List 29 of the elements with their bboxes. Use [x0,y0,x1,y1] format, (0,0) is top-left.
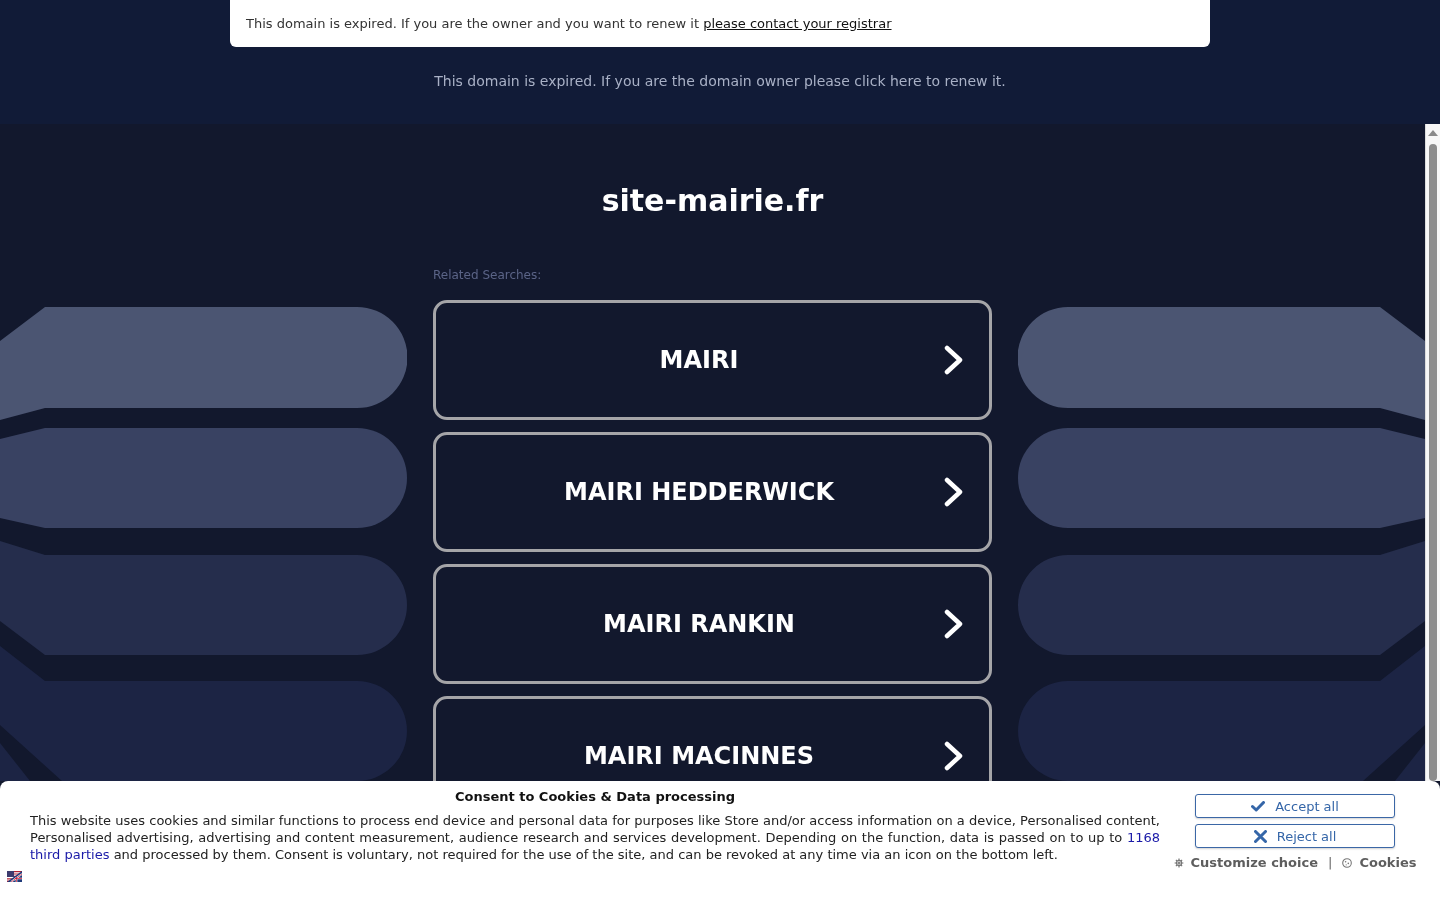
registrar-link[interactable]: please contact your registrar [703,16,892,31]
reject-all-button[interactable]: Reject all [1195,824,1395,848]
scrollbar[interactable] [1425,124,1440,781]
expiry-notice: This domain is expired. If you are the owner and you want to renew it please contact your registrar [246,16,893,31]
chevron-right-icon [944,609,964,639]
scrollbar-thumb[interactable] [1429,144,1437,781]
cookies-link[interactable]: Cookies [1342,855,1417,871]
chevron-right-icon [944,741,964,771]
inline-link[interactable]: third parties [30,847,110,862]
related-search-link[interactable]: MAIRI [433,300,992,420]
renew-link[interactable]: This domain is expired. If you are the domain owner please click here to renew it. [434,72,1006,90]
flag-icon[interactable] [7,871,22,882]
inline-link[interactable]: 1168 [1126,830,1160,845]
customize-choice-link[interactable]: Customize choice [1173,855,1318,871]
site-title: site-mairie.fr [600,183,825,219]
related-search-link[interactable]: MAIRI RANKIN [433,564,992,684]
consent-text: This website uses cookies and similar functions to process end device and personal data for purposes like Store and/or access information on a device, Personalised content, Personalised advertising, advertising and content measurement, audience research and services development. Depending on the function, data is passed on to up to 1168 third parties and processed by them. Consent is voluntary, not required for the use of the site, and can be revoked at any time via an icon on the bottom left. [30,812,1160,863]
close-icon [1253,829,1267,843]
cookie-icon [1342,858,1353,868]
accept-all-button[interactable]: Accept all [1195,794,1395,818]
check-icon [1251,800,1266,812]
related-search-link[interactable]: MAIRI HEDDERWICK [433,432,992,552]
scroll-up-arrow-icon[interactable] [1428,130,1438,136]
consent-title: Consent to Cookies & Data processing [453,789,737,805]
related-searches-label: Related Searches: [433,268,542,282]
chevron-right-icon [944,477,964,507]
gear-icon [1173,858,1184,868]
separator: | [1328,855,1333,871]
chevron-right-icon [944,345,964,375]
